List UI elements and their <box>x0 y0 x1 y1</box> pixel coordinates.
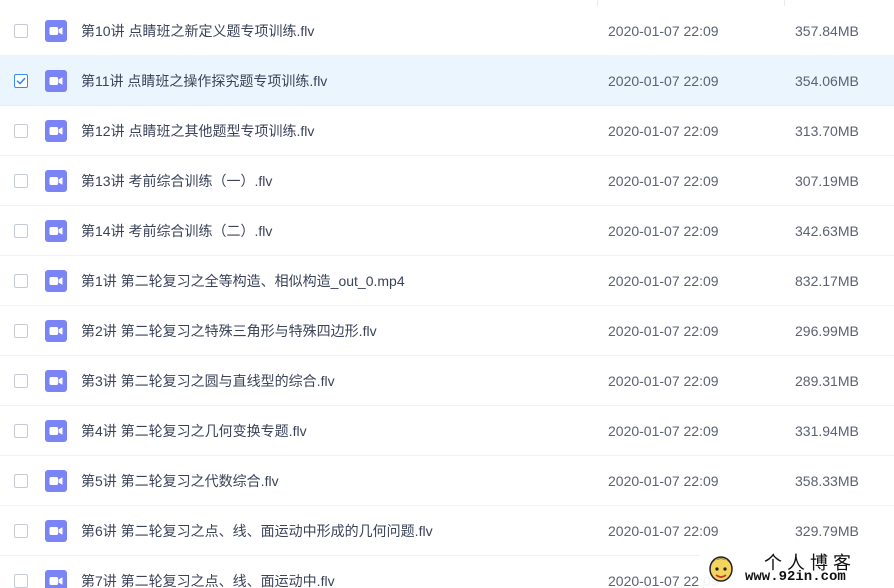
file-row[interactable]: 第2讲 第二轮复习之特殊三角形与特殊四边形.flv 2020-01-07 22:0… <box>0 306 894 356</box>
file-name[interactable]: 第3讲 第二轮复习之圆与直线型的综合.flv <box>81 356 335 406</box>
file-row[interactable]: 第4讲 第二轮复习之几何变换专题.flv 2020-01-07 22:09 331.… <box>0 406 894 456</box>
file-size: 289.31MB <box>795 373 859 389</box>
checkbox-icon[interactable] <box>14 224 28 238</box>
file-row[interactable]: 第14讲 考前综合训练（二）.flv 2020-01-07 22:09 342.63… <box>0 206 894 256</box>
file-row[interactable]: 第11讲 点睛班之操作探究题专项训练.flv 2020-01-07 22:09 35… <box>0 56 894 106</box>
file-list: 第10讲 点睛班之新定义题专项训练.flv 2020-01-07 22:09 357… <box>0 0 894 588</box>
file-row[interactable]: 第3讲 第二轮复习之圆与直线型的综合.flv 2020-01-07 22:09 28… <box>0 356 894 406</box>
file-date: 2020-01-07 22:09 <box>608 73 719 89</box>
file-date: 2020-01-07 22:09 <box>608 23 719 39</box>
file-name[interactable]: 第1讲 第二轮复习之全等构造、相似构造_out_0.mp4 <box>81 256 405 306</box>
checkbox-icon[interactable] <box>14 74 28 88</box>
checkbox-icon[interactable] <box>14 524 28 538</box>
file-row[interactable]: 第10讲 点睛班之新定义题专项训练.flv 2020-01-07 22:09 357… <box>0 6 894 56</box>
checkbox-icon[interactable] <box>14 374 28 388</box>
file-date: 2020-01-07 22:09 <box>608 223 719 239</box>
file-size: 357.84MB <box>795 23 859 39</box>
file-size: 331.94MB <box>795 423 859 439</box>
video-file-icon[interactable] <box>45 470 67 492</box>
file-name[interactable]: 第4讲 第二轮复习之几何变换专题.flv <box>81 406 307 456</box>
file-row[interactable]: 第1讲 第二轮复习之全等构造、相似构造_out_0.mp4 2020-01-07 … <box>0 256 894 306</box>
file-name[interactable]: 第7讲 第二轮复习之点、线、面运动中.flv <box>81 556 335 588</box>
file-date: 2020-01-07 22:09 <box>608 473 719 489</box>
watermark: 个人博客 www.92in.com <box>700 548 894 588</box>
checkbox-icon[interactable] <box>14 474 28 488</box>
file-size: 832.17MB <box>795 273 859 289</box>
file-date: 2020-01-07 22:09 <box>608 173 719 189</box>
video-file-icon[interactable] <box>45 120 67 142</box>
file-date: 2020-01-07 22:09 <box>608 373 719 389</box>
video-file-icon[interactable] <box>45 220 67 242</box>
file-date: 2020-01-07 22:09 <box>608 423 719 439</box>
file-name[interactable]: 第11讲 点睛班之操作探究题专项训练.flv <box>81 56 327 106</box>
file-name[interactable]: 第13讲 考前综合训练（一）.flv <box>81 156 272 206</box>
video-file-icon[interactable] <box>45 170 67 192</box>
avatar-icon <box>709 556 733 582</box>
file-size: 307.19MB <box>795 173 859 189</box>
file-name[interactable]: 第14讲 考前综合训练（二）.flv <box>81 206 272 256</box>
file-name[interactable]: 第10讲 点睛班之新定义题专项训练.flv <box>81 6 314 56</box>
checkbox-icon[interactable] <box>14 274 28 288</box>
checkbox-icon[interactable] <box>14 24 28 38</box>
checkbox-icon[interactable] <box>14 574 28 588</box>
file-row[interactable]: 第12讲 点睛班之其他题型专项训练.flv 2020-01-07 22:09 313… <box>0 106 894 156</box>
video-file-icon[interactable] <box>45 570 67 588</box>
checkbox-icon[interactable] <box>14 174 28 188</box>
checkbox-icon[interactable] <box>14 124 28 138</box>
watermark-url: www.92in.com <box>745 569 846 585</box>
file-size: 313.70MB <box>795 123 859 139</box>
file-name[interactable]: 第12讲 点睛班之其他题型专项训练.flv <box>81 106 314 156</box>
video-file-icon[interactable] <box>45 270 67 292</box>
file-date: 2020-01-07 22:09 <box>608 323 719 339</box>
video-file-icon[interactable] <box>45 20 67 42</box>
video-file-icon[interactable] <box>45 520 67 542</box>
file-size: 342.63MB <box>795 223 859 239</box>
file-date: 2020-01-07 22:09 <box>608 273 719 289</box>
file-row[interactable]: 第5讲 第二轮复习之代数综合.flv 2020-01-07 22:09 358.33… <box>0 456 894 506</box>
file-size: 354.06MB <box>795 73 859 89</box>
checkbox-icon[interactable] <box>14 424 28 438</box>
video-file-icon[interactable] <box>45 70 67 92</box>
file-date: 2020-01-07 22:09 <box>608 123 719 139</box>
file-size: 296.99MB <box>795 323 859 339</box>
checkbox-icon[interactable] <box>14 324 28 338</box>
file-name[interactable]: 第6讲 第二轮复习之点、线、面运动中形成的几何问题.flv <box>81 506 433 556</box>
file-row[interactable]: 第13讲 考前综合训练（一）.flv 2020-01-07 22:09 307.19… <box>0 156 894 206</box>
video-file-icon[interactable] <box>45 420 67 442</box>
video-file-icon[interactable] <box>45 320 67 342</box>
video-file-icon[interactable] <box>45 370 67 392</box>
file-name[interactable]: 第5讲 第二轮复习之代数综合.flv <box>81 456 279 506</box>
file-size: 358.33MB <box>795 473 859 489</box>
file-name[interactable]: 第2讲 第二轮复习之特殊三角形与特殊四边形.flv <box>81 306 377 356</box>
